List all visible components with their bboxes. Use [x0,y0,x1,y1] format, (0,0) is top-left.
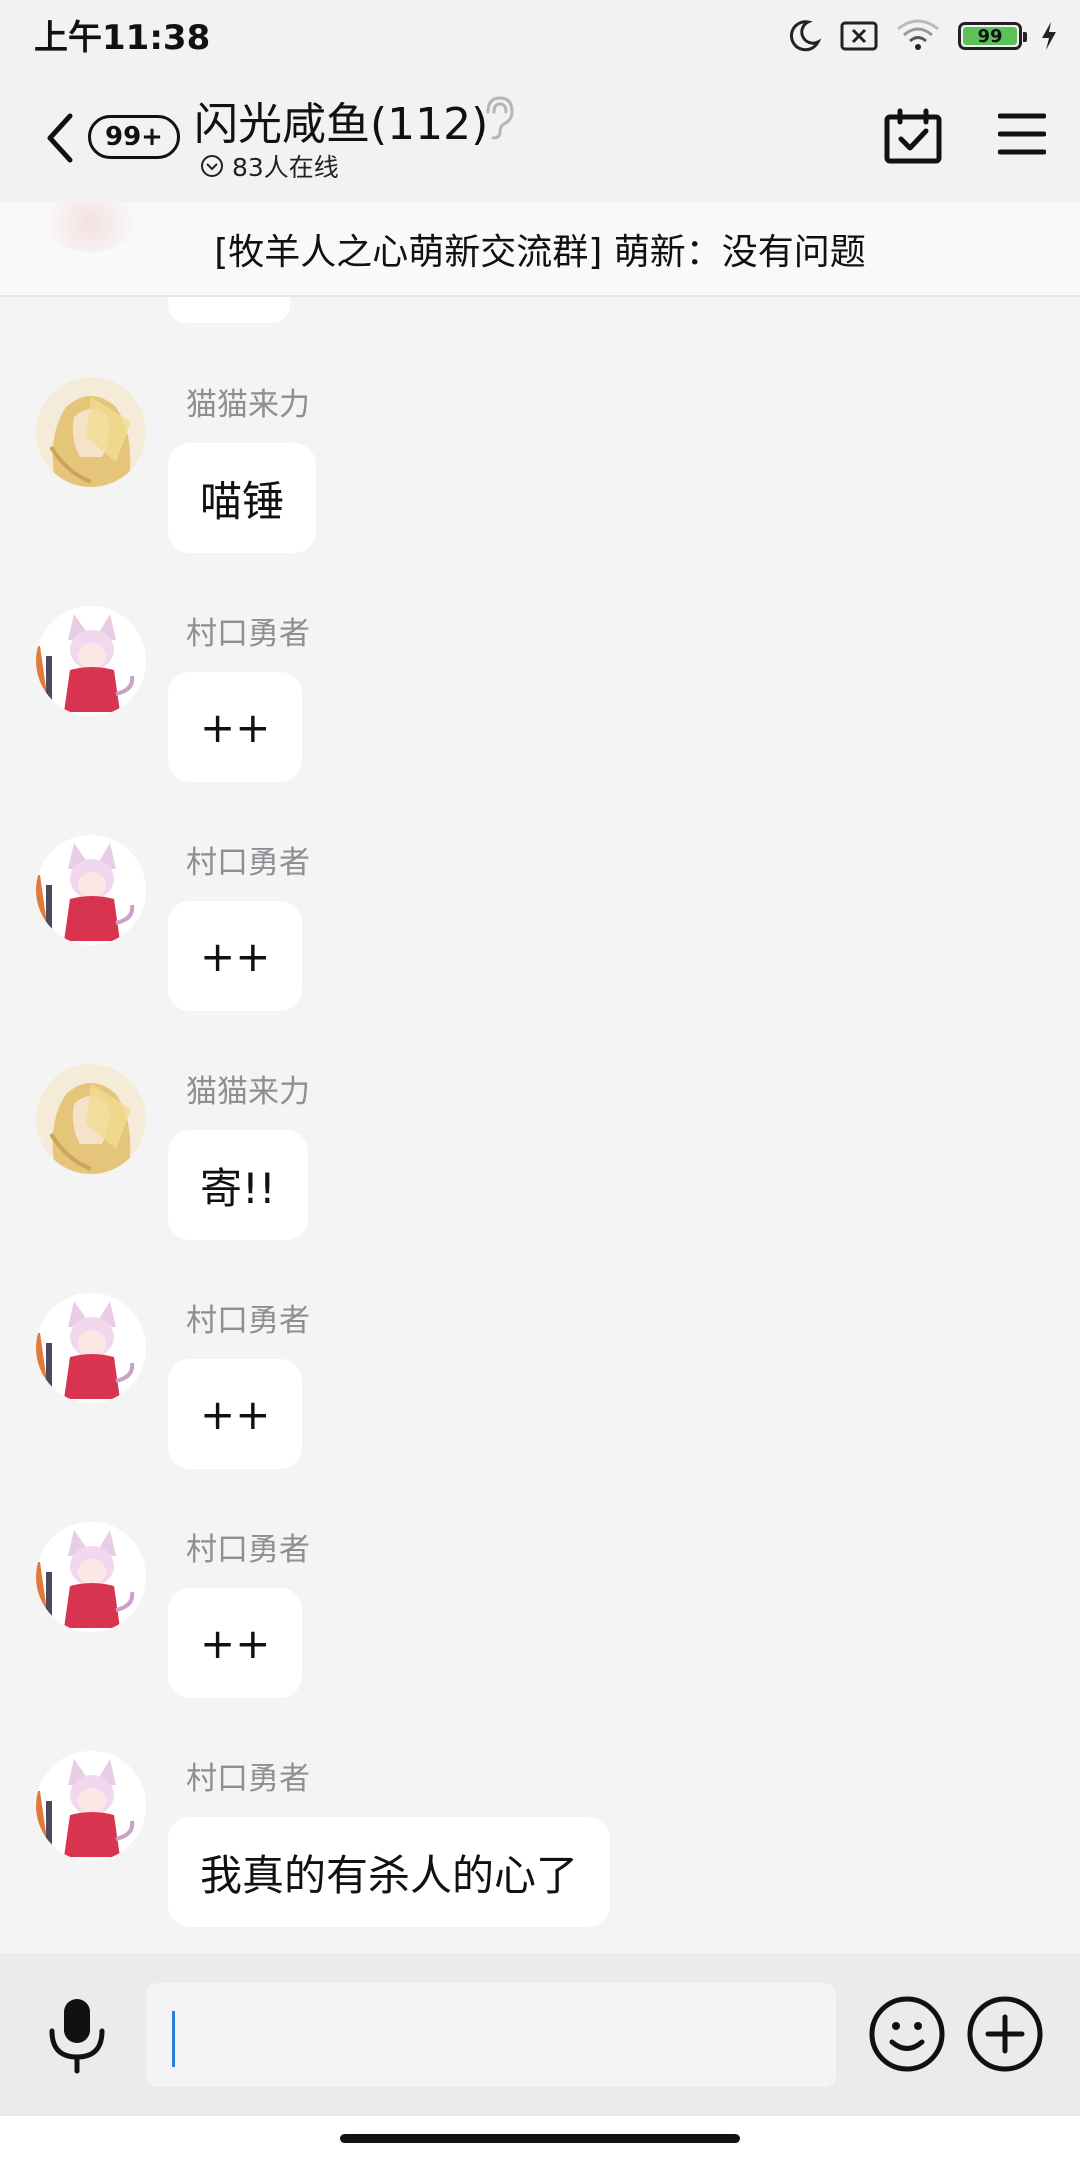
avatar-catgirl[interactable] [36,835,146,945]
status-icons: 99 [786,14,1058,58]
avatar-catgirl[interactable] [36,1293,146,1403]
announcement-banner[interactable]: [牧羊人之心萌新交流群] 萌新：没有问题 [0,202,1080,297]
avatar-blonde[interactable] [36,377,146,487]
home-indicator[interactable] [340,2134,740,2143]
avatar-catgirl[interactable] [36,1522,146,1632]
ear-icon [486,96,514,140]
message-item: 村口勇者 ++ [0,755,1080,1011]
battery-level: 99 [963,26,1017,47]
menu-button[interactable] [998,112,1046,156]
announcement-text: [牧羊人之心萌新交流群] 萌新：没有问题 [214,231,866,273]
chat-header: 99+ 闪光咸鱼(112) 83人在线 [0,70,1080,202]
emoji-button[interactable] [868,1995,946,2073]
chat-messages[interactable]: 猫猫来力 喵锤 村口勇者 ++ 村口勇者 ++ 猫猫来力 寄!! 村口勇者 ++… [0,297,1080,1953]
chevron-down-icon [201,155,223,177]
sender-name: 猫猫来力 [186,387,310,423]
avatar-blonde[interactable] [36,1064,146,1174]
status-bar: 上午11:38 99 [0,0,1080,70]
input-bar [0,1953,1080,2116]
wifi-icon [897,19,939,50]
calendar-check-button[interactable] [884,108,942,164]
status-time: 上午11:38 [34,18,211,58]
sender-name: 村口勇者 [186,845,310,881]
message-item: 村口勇者 ++ [0,1442,1080,1698]
online-count: 83人在线 [232,153,339,182]
message-item: 猫猫来力 寄!! [0,984,1080,1240]
message-item: 猫猫来力 喵锤 [0,297,1080,553]
charging-icon [1042,22,1056,50]
moon-icon [789,20,822,52]
message-item: 村口勇者 ++ [0,526,1080,782]
message-input[interactable] [146,1983,836,2087]
back-button[interactable] [40,110,80,166]
sim-off-icon [840,21,878,51]
navigation-area [0,2116,1080,2160]
unread-count-badge[interactable]: 99+ [88,115,180,159]
sender-name: 村口勇者 [186,616,310,652]
sender-name: 村口勇者 [186,1761,310,1797]
sender-name: 猫猫来力 [186,1074,310,1110]
announcement-avatar-ghost [40,202,140,252]
message-item: 村口勇者 我真的有杀人的心了 [0,1671,1080,1927]
battery-icon: 99 [958,22,1027,50]
microphone-button[interactable] [42,1995,112,2075]
message-bubble[interactable]: 我真的有杀人的心了 [168,1817,611,1927]
avatar-catgirl[interactable] [36,1751,146,1861]
message-item: 村口勇者 ++ [0,1213,1080,1469]
plus-button[interactable] [966,1995,1044,2073]
text-caret [172,2011,175,2067]
sender-name: 村口勇者 [186,1532,310,1568]
sender-name: 村口勇者 [186,1303,310,1339]
online-status[interactable]: 83人在线 [200,148,339,184]
avatar-catgirl[interactable] [36,606,146,716]
group-title[interactable]: 闪光咸鱼(112) [194,88,488,152]
